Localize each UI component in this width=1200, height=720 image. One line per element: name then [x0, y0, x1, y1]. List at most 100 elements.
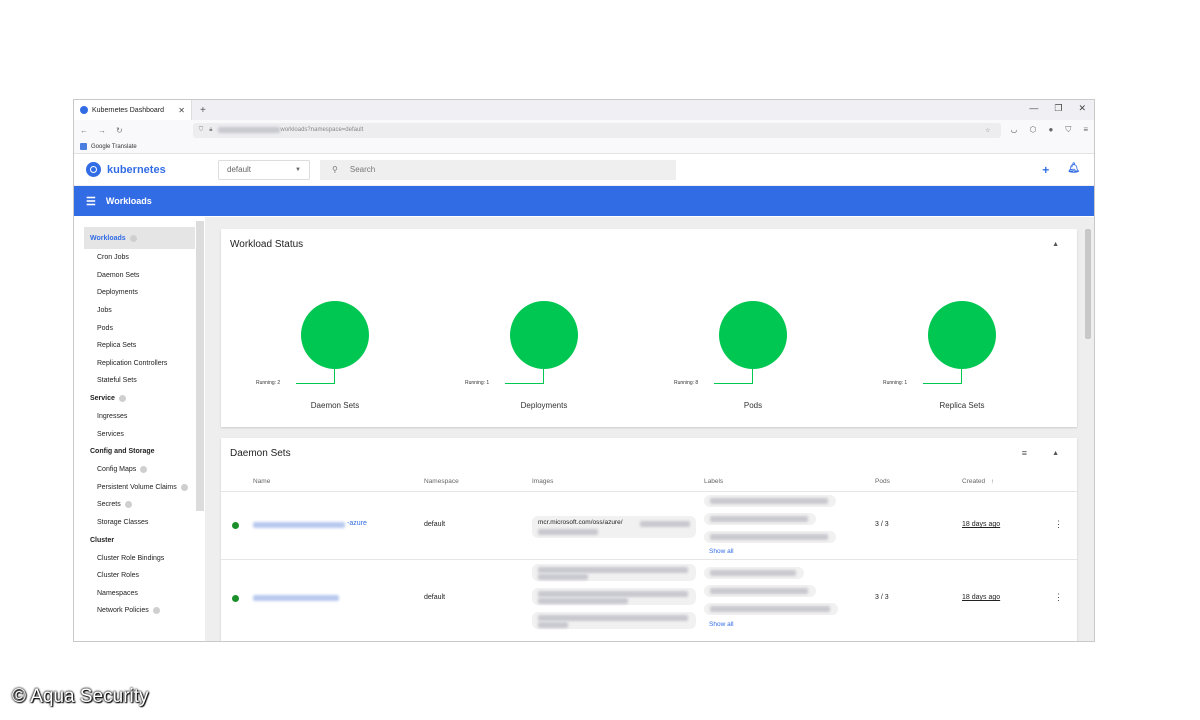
extension-icon[interactable]: ⬡ — [1030, 125, 1037, 135]
content-scrollbar[interactable] — [1085, 229, 1091, 339]
sidebar-section-workloads[interactable]: Workloads — [84, 227, 195, 249]
status-chart-deployments: Running: 1 Deployments — [430, 229, 590, 427]
sidebar-section-label: Cluster — [90, 536, 115, 544]
menu-icon[interactable]: ≡ — [1083, 125, 1088, 135]
pocket-icon[interactable]: ◡ — [1011, 125, 1018, 135]
sidebar-item-secrets[interactable]: Secrets — [74, 496, 205, 514]
sort-ascending-icon[interactable]: ↑ — [991, 478, 994, 485]
collapse-icon[interactable]: ▲ — [1052, 241, 1059, 248]
sidebar-item-label: Config Maps — [97, 466, 137, 474]
sidebar-item-namespaces[interactable]: Namespaces — [74, 585, 205, 603]
sidebar-item-services[interactable]: Services — [74, 425, 205, 443]
name-blurred — [253, 595, 339, 601]
collapse-icon[interactable]: ▲ — [1052, 450, 1059, 457]
sidebar-item-label: Secrets — [97, 501, 121, 509]
column-header[interactable]: Created — [962, 478, 985, 485]
label-blurred — [710, 534, 828, 540]
running-label: Running: 1 — [465, 380, 490, 386]
sidebar-item-daemon-sets[interactable]: Daemon Sets — [74, 267, 205, 285]
sidebar-item-pods[interactable]: Pods — [74, 319, 205, 337]
sidebar-item-stateful-sets[interactable]: Stateful Sets — [74, 372, 205, 390]
sidebar-section-cluster[interactable]: Cluster — [74, 531, 205, 549]
create-resource-icon[interactable]: + — [1042, 163, 1049, 177]
more-actions-icon[interactable]: ⋮ — [1054, 592, 1063, 603]
table-row[interactable]: default Show all 3 / 3 18 days ago ⋮ — [221, 560, 1077, 638]
sidebar-item-label: Cron Jobs — [97, 254, 129, 262]
sidebar-item-config-maps[interactable]: Config Maps — [74, 461, 205, 479]
sidebar-item-pvc[interactable]: Persistent Volume Claims — [74, 479, 205, 497]
nav-bar: ← → ↻ ⛉ 🔒︎ workloads?namespace=default ☆… — [74, 120, 1094, 140]
sidebar-item-deployments[interactable]: Deployments — [74, 284, 205, 302]
search-input[interactable]: ⚲ Search — [320, 159, 676, 180]
sidebar-section-config-storage[interactable]: Config and Storage — [74, 443, 205, 461]
back-icon[interactable]: ← — [80, 126, 88, 135]
search-icon: ⚲ — [332, 165, 338, 174]
info-icon — [124, 501, 132, 509]
notifications-bell-icon[interactable]: 🔔︎ — [1067, 163, 1080, 177]
sidebar-section-service[interactable]: Service — [74, 390, 205, 408]
info-icon — [140, 466, 148, 474]
label-chip — [704, 495, 836, 507]
sidebar-item-replica-sets[interactable]: Replica Sets — [74, 337, 205, 355]
sidebar-item-jobs[interactable]: Jobs — [74, 302, 205, 320]
close-window-icon[interactable]: ✕ — [1078, 103, 1086, 114]
image-blurred — [640, 521, 690, 527]
sidebar-item-label: Cluster Role Bindings — [97, 554, 165, 562]
info-icon — [129, 234, 137, 242]
daemon-set-name-link[interactable]: -azure — [347, 520, 367, 527]
pods-cell: 3 / 3 — [875, 521, 889, 528]
tab-title: Kubernetes Dashboard — [92, 106, 164, 114]
restore-icon[interactable]: ❐ — [1054, 103, 1062, 114]
sidebar-item-storage-classes[interactable]: Storage Classes — [74, 514, 205, 532]
bookmark-star-icon[interactable]: ☆ — [985, 127, 990, 134]
sidebar-item-replication-controllers[interactable]: Replication Controllers — [74, 355, 205, 373]
status-chart-replica-sets: Running: 1 Replica Sets — [848, 229, 1008, 427]
dropdown-arrow-icon: ▼ — [295, 166, 301, 173]
column-header[interactable]: Namespace — [424, 478, 459, 485]
image-blurred — [538, 591, 688, 597]
sidebar-item-cluster-role-bindings[interactable]: Cluster Role Bindings — [74, 549, 205, 567]
sidebar-item-label: Persistent Volume Claims — [97, 483, 177, 491]
brand-name: kubernetes — [107, 163, 166, 176]
show-all-link[interactable]: Show all — [709, 621, 734, 628]
status-chart-name: Deployments — [520, 401, 568, 410]
bookmark-google-translate[interactable]: Google Translate — [91, 144, 137, 150]
kubernetes-logo[interactable]: kubernetes — [86, 162, 218, 177]
url-bar[interactable]: ⛉ 🔒︎ workloads?namespace=default ☆ — [192, 122, 1001, 138]
privacy-icon[interactable]: ⛉ — [1065, 125, 1071, 135]
status-donut[interactable] — [928, 301, 996, 369]
sidebar-item-cluster-roles[interactable]: Cluster Roles — [74, 567, 205, 585]
status-donut[interactable] — [719, 301, 787, 369]
label-blurred — [710, 588, 808, 594]
status-donut[interactable] — [510, 301, 578, 369]
show-all-link[interactable]: Show all — [709, 548, 734, 555]
reload-icon[interactable]: ↻ — [116, 126, 123, 135]
running-label: Running: 2 — [256, 380, 281, 386]
new-tab-icon[interactable]: + — [200, 105, 206, 116]
status-donut[interactable] — [301, 301, 369, 369]
helm-wheel-icon — [86, 162, 101, 177]
table-row[interactable]: -azure default mcr.microsoft.com/oss/azu… — [221, 492, 1077, 560]
sidebar-item-label: Deployments — [97, 289, 138, 297]
minimize-icon[interactable]: — — [1029, 103, 1038, 114]
sidebar-scrollbar[interactable] — [196, 221, 204, 511]
sidebar-item-label: Ingresses — [97, 413, 128, 421]
hamburger-menu-icon[interactable]: ☰ — [86, 195, 96, 208]
search-placeholder: Search — [349, 165, 376, 174]
addon-icon[interactable]: ● — [1048, 125, 1053, 135]
forward-icon[interactable]: → — [98, 126, 106, 135]
leader-line — [961, 369, 962, 384]
namespace-select[interactable]: default ▼ — [218, 159, 310, 180]
browser-tab[interactable]: Kubernetes Dashboard ✕ — [74, 100, 192, 120]
sidebar-item-cron-jobs[interactable]: Cron Jobs — [74, 249, 205, 267]
sidebar-item-ingresses[interactable]: Ingresses — [74, 408, 205, 426]
sidebar-item-network-policies[interactable]: Network Policies — [74, 602, 205, 620]
pods-cell: 3 / 3 — [875, 594, 889, 601]
label-chip — [704, 585, 816, 597]
column-header[interactable]: Name — [253, 478, 270, 485]
more-actions-icon[interactable]: ⋮ — [1054, 519, 1063, 530]
running-label: Running: 8 — [674, 380, 699, 386]
column-header: Labels — [704, 478, 724, 485]
close-tab-icon[interactable]: ✕ — [178, 106, 185, 115]
filter-icon[interactable]: ≡ — [1022, 448, 1027, 458]
